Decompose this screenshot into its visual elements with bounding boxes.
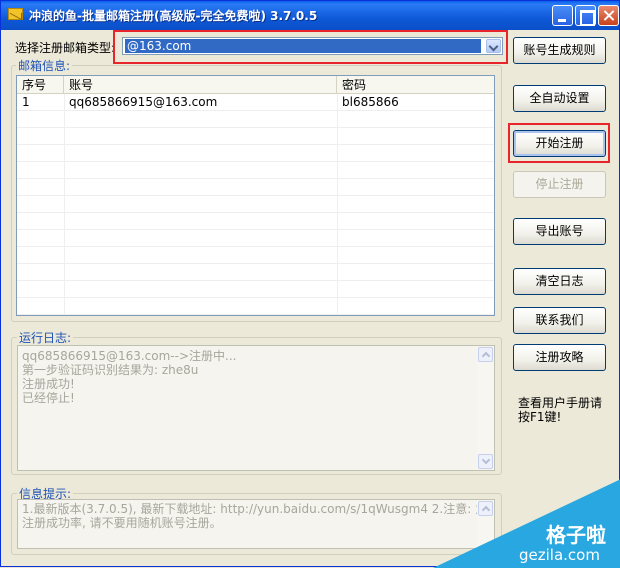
register-guide-button[interactable]: 注册攻略 <box>513 344 606 371</box>
watermark-site: gezila.com <box>519 546 600 564</box>
tip-line: 1.最新版本(3.7.0.5), 最新下载地址: http://yun.baid… <box>22 502 495 516</box>
empty-row <box>17 196 494 213</box>
empty-row <box>17 230 494 247</box>
email-type-value: @163.com <box>125 39 481 53</box>
row-password: bl685866 <box>342 95 399 109</box>
clear-log-button[interactable]: 清空日志 <box>513 268 606 295</box>
empty-row <box>17 162 494 179</box>
column-header-index[interactable]: 序号 <box>17 76 64 94</box>
empty-row <box>17 128 494 145</box>
column-header-account[interactable]: 账号 <box>64 76 337 94</box>
export-accounts-button[interactable]: 导出账号 <box>513 218 606 245</box>
chevron-down-icon[interactable] <box>486 39 501 53</box>
empty-row <box>17 111 494 128</box>
scroll-up-icon[interactable] <box>478 501 493 516</box>
manual-hint: 查看用户手册请按F1键! <box>518 396 603 424</box>
log-scrollbar[interactable] <box>477 346 494 470</box>
column-divider <box>64 94 65 315</box>
close-button[interactable] <box>598 5 619 26</box>
column-header-password[interactable]: 密码 <box>337 76 494 94</box>
mailbox-info-label: 邮箱信息: <box>16 57 73 74</box>
mailbox-list[interactable]: 序号 账号 密码 1 qq685866915@163.com bl685866 <box>16 75 495 316</box>
scroll-down-icon[interactable] <box>478 454 493 469</box>
column-divider <box>337 94 338 315</box>
auto-settings-button[interactable]: 全自动设置 <box>513 85 606 112</box>
empty-row <box>17 179 494 196</box>
title-bar[interactable]: 冲浪的鱼-批量邮箱注册(高级版-完全免费啦) 3.7.0.5 <box>1 1 619 30</box>
account-rules-button[interactable]: 账号生成规则 <box>513 37 606 64</box>
start-register-button[interactable]: 开始注册 <box>513 130 606 157</box>
app-window: 冲浪的鱼-批量邮箱注册(高级版-完全免费啦) 3.7.0.5 选择注册邮箱类型:… <box>0 0 620 568</box>
scroll-up-icon[interactable] <box>478 347 493 362</box>
run-log-label: 运行日志: <box>17 329 74 346</box>
table-row[interactable]: 1 qq685866915@163.com bl685866 <box>17 94 494 111</box>
mail-icon <box>8 8 23 20</box>
info-tips-textarea[interactable]: 1.最新版本(3.7.0.5), 最新下载地址: http://yun.baid… <box>17 499 495 549</box>
empty-row <box>17 145 494 162</box>
row-index: 1 <box>22 95 30 109</box>
watermark-title: 格子啦 <box>546 523 606 547</box>
contact-us-button[interactable]: 联系我们 <box>513 307 606 334</box>
email-type-select[interactable]: @163.com <box>122 37 503 55</box>
stop-register-button[interactable]: 停止注册 <box>513 171 606 198</box>
empty-row <box>17 247 494 264</box>
minimize-button[interactable] <box>552 5 573 26</box>
log-line: 注册成功! <box>22 377 75 391</box>
window-title: 冲浪的鱼-批量邮箱注册(高级版-完全免费啦) 3.7.0.5 <box>29 9 318 23</box>
log-line: 已经停止! <box>22 391 75 405</box>
run-log-textarea[interactable]: qq685866915@163.com-->注册中... 第一步验证码识别结果为… <box>17 345 495 471</box>
empty-row <box>17 264 494 281</box>
maximize-button[interactable] <box>575 5 596 26</box>
email-type-label: 选择注册邮箱类型: <box>15 41 116 55</box>
tip-line: 注册成功率, 请不要用随机账号注册。 <box>22 516 222 530</box>
empty-row <box>17 298 494 315</box>
row-account: qq685866915@163.com <box>69 95 218 109</box>
empty-row <box>17 281 494 298</box>
log-line: 第一步验证码识别结果为: zhe8u <box>22 363 199 377</box>
list-header: 序号 账号 密码 <box>17 76 494 94</box>
log-line: qq685866915@163.com-->注册中... <box>22 349 237 363</box>
empty-row <box>17 213 494 230</box>
